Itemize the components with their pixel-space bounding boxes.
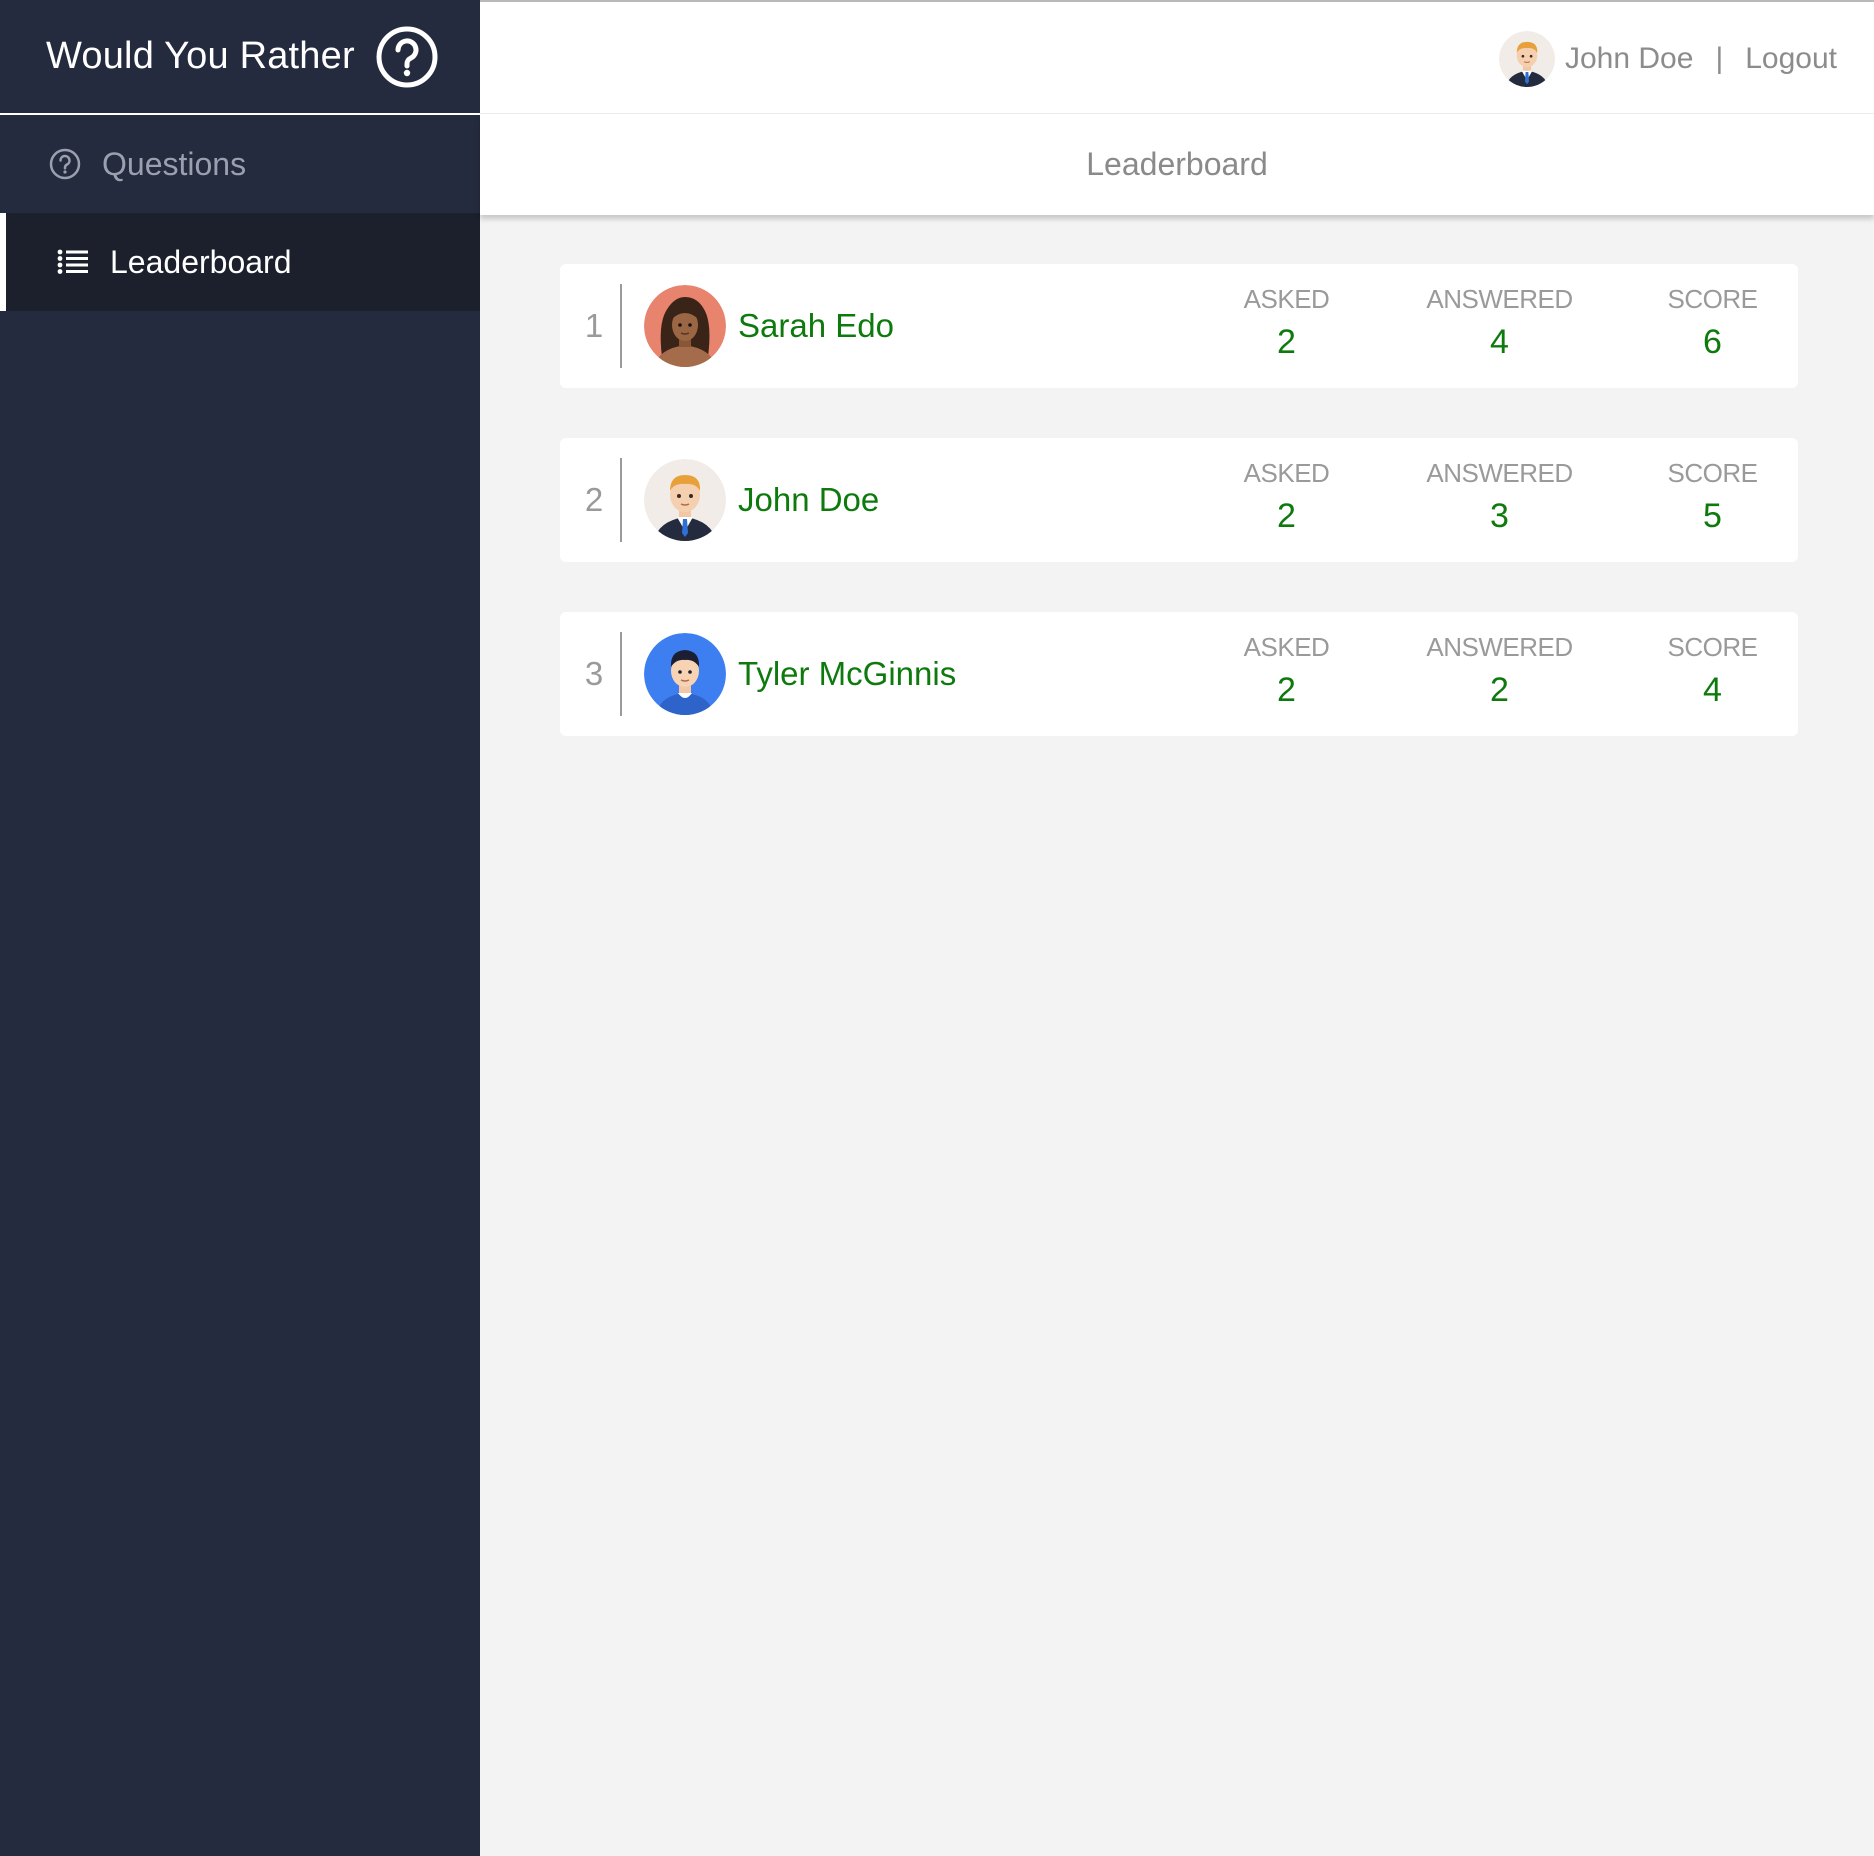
- rank-divider: [620, 458, 622, 542]
- leaderboard-list: 1 Sarah Edo ASKED 2 ANSWERED 4 SCORE 6 2…: [560, 264, 1798, 786]
- answered-label: ANSWERED: [1426, 458, 1573, 488]
- answered-stat: ANSWERED 3: [1393, 458, 1606, 536]
- answered-value: 4: [1490, 323, 1509, 361]
- asked-value: 2: [1277, 497, 1296, 535]
- question-circle-icon: [376, 26, 438, 87]
- question-circle-icon: [49, 148, 81, 180]
- player-stats: ASKED 2 ANSWERED 2 SCORE 4: [1180, 632, 1819, 710]
- leaderboard-row: 1 Sarah Edo ASKED 2 ANSWERED 4 SCORE 6: [560, 264, 1798, 388]
- list-icon: [57, 249, 88, 274]
- score-label: SCORE: [1667, 632, 1758, 662]
- asked-stat: ASKED 2: [1180, 632, 1393, 710]
- asked-value: 2: [1277, 323, 1296, 361]
- rank-number: 3: [584, 655, 604, 692]
- page-title: Leaderboard: [480, 114, 1874, 215]
- asked-label: ASKED: [1243, 458, 1330, 488]
- asked-stat: ASKED 2: [1180, 284, 1393, 362]
- rank-divider: [620, 284, 622, 368]
- score-stat: SCORE 4: [1606, 632, 1819, 710]
- player-stats: ASKED 2 ANSWERED 4 SCORE 6: [1180, 284, 1819, 362]
- brand[interactable]: Would You Rather: [0, 0, 480, 115]
- answered-label: ANSWERED: [1426, 632, 1573, 662]
- user-avatar: [1499, 31, 1555, 87]
- leaderboard-row: 2 John Doe ASKED 2 ANSWERED 3 SCORE 5: [560, 438, 1798, 562]
- rank-number: 2: [584, 481, 604, 518]
- user-separator: |: [1715, 42, 1724, 75]
- app-title: Would You Rather: [46, 35, 355, 77]
- sidebar-item-label: Leaderboard: [110, 243, 292, 280]
- sidebar-item-label: Questions: [102, 145, 247, 182]
- player-name: Tyler McGinnis: [738, 655, 957, 692]
- asked-label: ASKED: [1243, 284, 1330, 314]
- score-label: SCORE: [1667, 284, 1758, 314]
- score-label: SCORE: [1667, 458, 1758, 488]
- asked-label: ASKED: [1243, 632, 1330, 662]
- player-stats: ASKED 2 ANSWERED 3 SCORE 5: [1180, 458, 1819, 536]
- sidebar-nav: Questions Leaderboard: [0, 115, 480, 311]
- woman-avatar: [644, 285, 726, 367]
- logout-link[interactable]: Logout: [1745, 42, 1837, 76]
- man-avatar: [644, 633, 726, 715]
- answered-value: 3: [1490, 497, 1509, 535]
- score-stat: SCORE 5: [1606, 458, 1819, 536]
- answered-stat: ANSWERED 2: [1393, 632, 1606, 710]
- user-name: John Doe: [1565, 42, 1694, 75]
- player-name: John Doe: [738, 481, 880, 518]
- top-bar: John Doe | Logout: [480, 0, 1874, 114]
- sidebar-item-questions[interactable]: Questions: [0, 115, 480, 213]
- businessman-avatar: [644, 459, 726, 541]
- score-value: 4: [1703, 671, 1722, 709]
- answered-value: 2: [1490, 671, 1509, 709]
- answered-label: ANSWERED: [1426, 284, 1573, 314]
- score-value: 6: [1703, 323, 1722, 361]
- sidebar: Would You Rather Questions Leaderboard: [0, 0, 480, 1856]
- score-stat: SCORE 6: [1606, 284, 1819, 362]
- score-value: 5: [1703, 497, 1722, 535]
- rank-divider: [620, 632, 622, 716]
- sidebar-item-leaderboard[interactable]: Leaderboard: [0, 213, 480, 311]
- user-area: John Doe | Logout: [1499, 30, 1837, 88]
- player-name: Sarah Edo: [738, 307, 894, 344]
- leaderboard-row: 3 Tyler McGinnis ASKED 2 ANSWERED 2 SCOR…: [560, 612, 1798, 736]
- asked-stat: ASKED 2: [1180, 458, 1393, 536]
- rank-number: 1: [584, 307, 604, 344]
- answered-stat: ANSWERED 4: [1393, 284, 1606, 362]
- asked-value: 2: [1277, 671, 1296, 709]
